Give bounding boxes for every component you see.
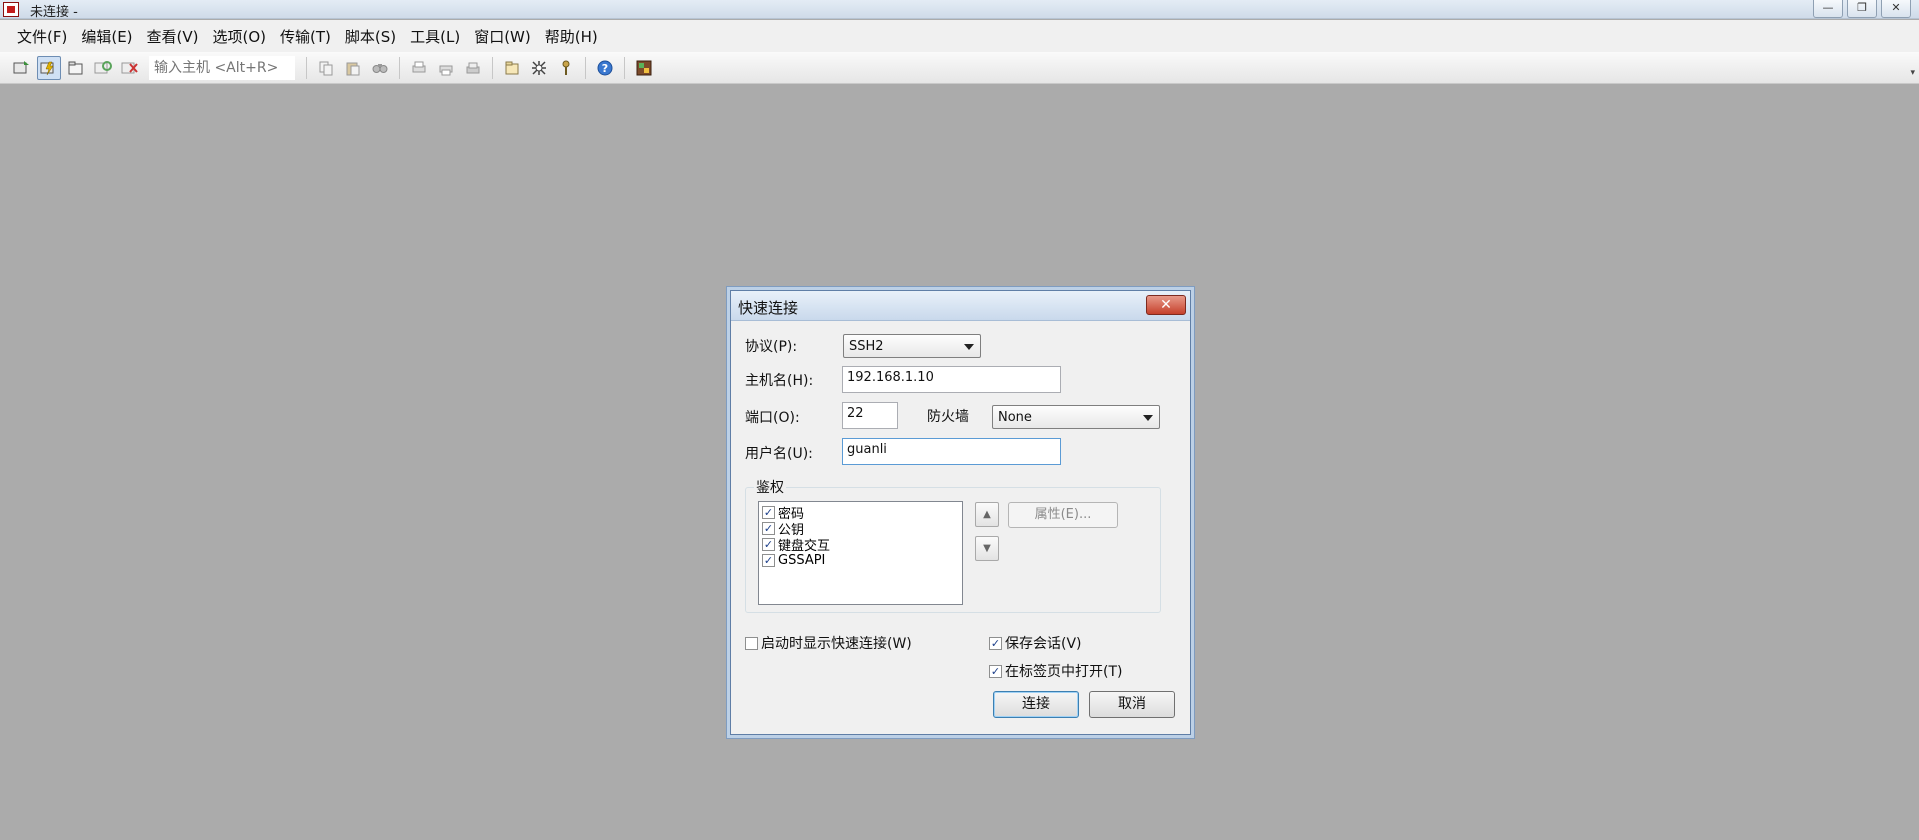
save-session-option[interactable]: ✓ 保存会话(V) bbox=[989, 633, 1082, 653]
dialog-title: 快速连接 bbox=[738, 299, 799, 317]
firewall-value: None bbox=[998, 410, 1032, 425]
keymap-icon[interactable] bbox=[554, 56, 578, 80]
print-setup-icon[interactable] bbox=[407, 56, 431, 80]
global-options-icon[interactable] bbox=[527, 56, 551, 80]
toolbar: ? bbox=[0, 52, 1919, 84]
chevron-down-icon bbox=[964, 344, 974, 350]
checkbox[interactable] bbox=[745, 636, 758, 650]
quick-connect-dialog: 快速连接 ✕ 协议(P): SSH2 主机名(H): 192.168.1.10 … bbox=[730, 290, 1191, 735]
firewall-label: 防火墙 bbox=[927, 409, 969, 425]
close-window-button[interactable]: ✕ bbox=[1881, 0, 1911, 18]
auth-group: 鉴权 ✓ 密码 ✓ 公钥 ✓ 键盘交互 ✓ GSSAPI ▲ ▼ 属性(E)..… bbox=[745, 477, 1161, 613]
toolbar-overflow-icon[interactable]: ▾ bbox=[1910, 68, 1915, 78]
protocol-select[interactable]: SSH2 bbox=[843, 334, 981, 358]
dialog-close-button[interactable]: ✕ bbox=[1146, 295, 1186, 315]
chevron-down-icon bbox=[1143, 415, 1153, 421]
hostname-label: 主机名(H): bbox=[745, 373, 814, 389]
menu-view[interactable]: 查看(V) bbox=[140, 22, 206, 51]
session-options-icon[interactable] bbox=[500, 56, 524, 80]
triangle-down-icon: ▼ bbox=[983, 543, 991, 554]
checkbox[interactable]: ✓ bbox=[762, 537, 775, 551]
protocol-value: SSH2 bbox=[849, 339, 884, 354]
open-in-tab-option[interactable]: ✓ 在标签页中打开(T) bbox=[989, 661, 1122, 681]
menu-file[interactable]: 文件(F) bbox=[10, 22, 74, 51]
menu-options[interactable]: 选项(O) bbox=[206, 22, 274, 51]
dialog-titlebar: 快速连接 ✕ bbox=[731, 291, 1190, 321]
sftp-icon[interactable] bbox=[632, 56, 656, 80]
auth-method-name: 键盘交互 bbox=[778, 538, 831, 554]
toolbar-separator bbox=[624, 56, 625, 79]
svg-text:?: ? bbox=[602, 62, 608, 75]
disconnect-icon[interactable] bbox=[118, 56, 142, 80]
port-input[interactable]: 22 bbox=[842, 402, 898, 429]
menu-window[interactable]: 窗口(W) bbox=[467, 22, 538, 51]
host-input[interactable] bbox=[149, 55, 295, 80]
menu-script[interactable]: 脚本(S) bbox=[338, 22, 403, 51]
connect-in-tab-icon[interactable] bbox=[64, 56, 88, 80]
copy-icon[interactable] bbox=[314, 56, 338, 80]
cancel-button[interactable]: 取消 bbox=[1089, 691, 1175, 718]
auth-method-name: GSSAPI bbox=[778, 552, 826, 568]
print-screen-icon[interactable] bbox=[461, 56, 485, 80]
window-controls: — ❐ ✕ bbox=[1813, 0, 1911, 18]
toolbar-separator bbox=[399, 56, 400, 79]
toolbar-separator bbox=[306, 56, 307, 79]
window-title: 未连接 - bbox=[30, 5, 78, 20]
menu-tools[interactable]: 工具(L) bbox=[403, 22, 467, 51]
menu-help[interactable]: 帮助(H) bbox=[538, 22, 605, 51]
help-icon[interactable]: ? bbox=[593, 56, 617, 80]
move-down-button[interactable]: ▼ bbox=[975, 536, 999, 561]
list-item[interactable]: ✓ 键盘交互 bbox=[759, 536, 962, 554]
username-input[interactable]: guanli bbox=[842, 438, 1061, 465]
show-on-startup-label: 启动时显示快速连接(W) bbox=[761, 636, 912, 652]
list-item[interactable]: ✓ GSSAPI bbox=[759, 552, 962, 568]
connect-icon[interactable] bbox=[10, 56, 34, 80]
show-on-startup-option[interactable]: 启动时显示快速连接(W) bbox=[745, 633, 912, 653]
open-in-tab-label: 在标签页中打开(T) bbox=[1005, 664, 1123, 680]
firewall-select[interactable]: None bbox=[992, 405, 1160, 429]
checkbox[interactable]: ✓ bbox=[762, 521, 775, 535]
move-up-button[interactable]: ▲ bbox=[975, 502, 999, 527]
paste-icon[interactable] bbox=[341, 56, 365, 80]
checkbox[interactable]: ✓ bbox=[989, 664, 1002, 678]
menu-bar: 文件(F) 编辑(E) 查看(V) 选项(O) 传输(T) 脚本(S) 工具(L… bbox=[0, 20, 1919, 52]
triangle-up-icon: ▲ bbox=[983, 509, 991, 520]
save-session-label: 保存会话(V) bbox=[1005, 636, 1082, 652]
checkbox[interactable]: ✓ bbox=[762, 505, 775, 519]
protocol-label: 协议(P): bbox=[745, 339, 798, 355]
minimize-button[interactable]: — bbox=[1813, 0, 1843, 18]
checkbox[interactable]: ✓ bbox=[762, 553, 775, 567]
menu-edit[interactable]: 编辑(E) bbox=[74, 22, 139, 51]
port-label: 端口(O): bbox=[745, 410, 800, 426]
app-icon bbox=[3, 2, 19, 17]
menu-transfer[interactable]: 传输(T) bbox=[273, 22, 338, 51]
print-icon[interactable] bbox=[434, 56, 458, 80]
find-icon[interactable] bbox=[368, 56, 392, 80]
hostname-input[interactable]: 192.168.1.10 bbox=[842, 366, 1061, 393]
restore-button[interactable]: ❐ bbox=[1847, 0, 1877, 18]
username-label: 用户名(U): bbox=[745, 446, 813, 462]
quick-connect-icon[interactable] bbox=[37, 55, 61, 80]
toolbar-separator bbox=[585, 56, 586, 79]
window-titlebar: 未连接 - — ❐ ✕ bbox=[0, 0, 1919, 20]
auth-methods-list[interactable]: ✓ 密码 ✓ 公钥 ✓ 键盘交互 ✓ GSSAPI bbox=[758, 501, 963, 605]
connect-button[interactable]: 连接 bbox=[993, 691, 1079, 718]
auth-group-title: 鉴权 bbox=[754, 477, 786, 497]
reconnect-icon[interactable] bbox=[91, 56, 115, 80]
properties-button[interactable]: 属性(E)... bbox=[1008, 502, 1118, 528]
toolbar-separator bbox=[492, 56, 493, 79]
checkbox[interactable]: ✓ bbox=[989, 636, 1002, 650]
